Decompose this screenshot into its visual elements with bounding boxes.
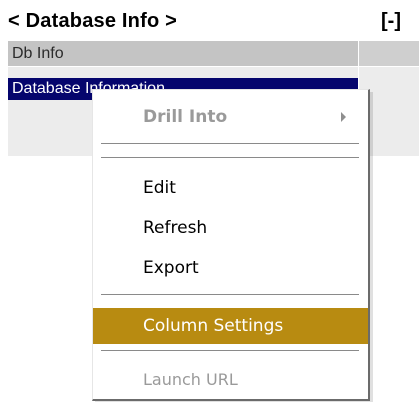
menu-item-refresh[interactable]: Refresh	[93, 210, 368, 246]
panel-header-row: Db Info	[8, 41, 358, 66]
menu-separator	[101, 157, 359, 159]
menu-item-column-settings[interactable]: Column Settings	[93, 308, 368, 344]
menu-item-label: Launch URL	[143, 370, 238, 389]
menu-item-drill-into[interactable]: Drill Into	[93, 99, 368, 135]
menu-separator	[101, 350, 359, 352]
context-menu: Drill Into Edit Refresh Export Column Se…	[92, 89, 370, 401]
menu-item-label: Edit	[143, 178, 176, 198]
menu-item-label: Column Settings	[143, 316, 284, 336]
menu-item-export[interactable]: Export	[93, 250, 368, 286]
menu-item-launch-url[interactable]: Launch URL	[93, 362, 368, 398]
submenu-arrow-icon	[341, 112, 346, 122]
collapse-button[interactable]: [-]	[381, 10, 401, 32]
menu-item-edit[interactable]: Edit	[93, 170, 368, 206]
panel-header-cell	[359, 41, 419, 66]
menu-item-label: Export	[143, 258, 199, 278]
menu-item-label: Refresh	[143, 218, 208, 238]
menu-item-label: Drill Into	[143, 107, 228, 127]
menu-separator	[101, 294, 359, 296]
page-title: < Database Info >	[8, 10, 178, 32]
menu-separator	[101, 143, 359, 145]
